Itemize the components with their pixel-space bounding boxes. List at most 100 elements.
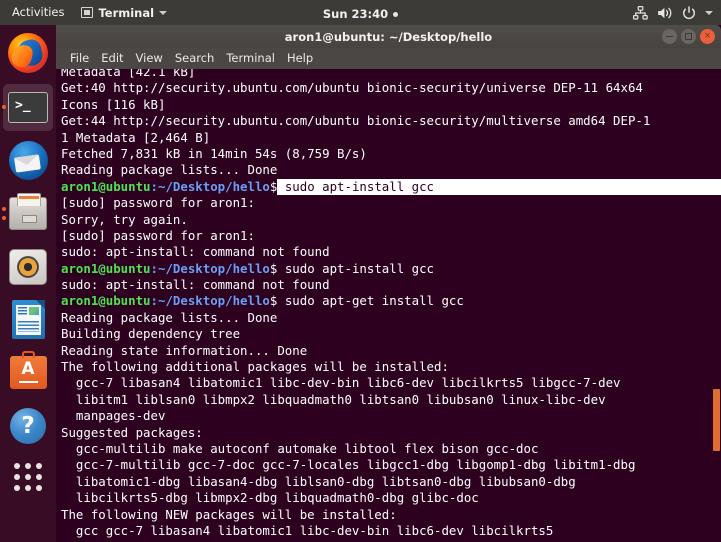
dock-item-libreoffice-writer[interactable]	[0, 293, 56, 346]
gnome-top-panel: Activities Terminal Sun 23:40	[0, 0, 721, 25]
ubuntu-dock: >_ A ?	[0, 25, 56, 542]
system-status-area[interactable]	[633, 0, 713, 25]
show-applications-button[interactable]	[0, 452, 56, 502]
terminal-prompt-glyph: >_	[15, 98, 31, 113]
menu-help[interactable]: Help	[281, 48, 319, 69]
terminal-output-line: [sudo] password for aron1:	[61, 195, 255, 211]
prompt-sigil: $	[269, 178, 278, 194]
power-icon	[682, 5, 696, 20]
app-grid-icon	[14, 463, 42, 491]
bag-handle-shape	[21, 351, 35, 358]
terminal-line: aron1@ubuntu:~/Desktop/hello$ sudo apt-i…	[61, 261, 711, 277]
terminal-text: Metadata [42.1 kB] Get:40 http://security…	[61, 69, 721, 539]
thunderbird-icon	[8, 141, 48, 180]
terminal-output-line: Icons [116 kB]	[61, 96, 166, 112]
menu-edit[interactable]: Edit	[95, 48, 129, 69]
terminal-output-line: Get:40 http://security.ubuntu.com/ubuntu…	[61, 80, 643, 96]
window-controls: ×	[662, 29, 715, 44]
terminal-output-line: Building dependency tree	[61, 326, 241, 342]
app-menu-terminal[interactable]: Terminal	[73, 0, 175, 25]
terminal-window-icon	[81, 7, 94, 18]
terminal-output-line: Reading package lists... Done	[61, 309, 278, 325]
clock-menu-button[interactable]: Sun 23:40	[322, 7, 399, 21]
menu-search[interactable]: Search	[169, 48, 221, 69]
prompt-user: aron1@ubuntu	[61, 178, 151, 194]
running-indicator-dot-icon	[1, 207, 6, 211]
terminal-output-line: sudo: apt-install: command not found	[61, 277, 330, 293]
software-underline-shape	[18, 380, 38, 383]
firefox-icon	[8, 33, 48, 73]
drawer-handle-shape	[22, 215, 37, 223]
file-drawer-shape	[17, 193, 41, 206]
help-icon: ?	[10, 407, 46, 444]
prompt-path: :~/Desktop/hello	[150, 178, 270, 194]
window-titlebar[interactable]: aron1@ubuntu: ~/Desktop/hello ×	[56, 25, 721, 48]
minimize-button[interactable]	[662, 29, 677, 44]
system-menu-chevron-down-icon	[705, 10, 713, 15]
app-menu-label: Terminal	[98, 5, 155, 20]
terminal-output-line: Sorry, try again.	[61, 211, 188, 227]
terminal-line: aron1@ubuntu:~/Desktop/hello$ sudo apt-g…	[61, 293, 711, 309]
prompt-path: :~/Desktop/hello	[150, 260, 270, 276]
clock-label: Sun 23:40	[322, 7, 389, 21]
rhythmbox-icon	[9, 248, 47, 285]
dock-item-help[interactable]: ?	[0, 399, 56, 452]
terminal-output-line: gcc-multilib make autoconf automake libt…	[61, 440, 539, 456]
terminal-output-line: libcilkrts5-dbg libmpx2-dbg libquadmath0…	[61, 490, 479, 506]
prompt-user: aron1@ubuntu	[61, 293, 151, 309]
terminal-output-area[interactable]: Metadata [42.1 kB] Get:40 http://security…	[56, 69, 721, 542]
envelope-shape	[13, 154, 41, 173]
terminal-output-line: sudo: apt-install: command not found	[61, 244, 330, 260]
disc-shape	[17, 255, 39, 278]
terminal-output-line: libitm1 liblsan0 libmpx2 libquadmath0 li…	[61, 391, 606, 407]
top-panel-left: Activities Terminal	[0, 0, 175, 25]
terminal-output-line: libatomic1-dbg libasan4-dbg liblsan0-dbg…	[61, 473, 576, 489]
command-text: sudo apt-install gcc	[277, 260, 435, 276]
selected-command-text: sudo apt-install gcc	[277, 178, 721, 196]
terminal-output-line: Fetched 7,831 kB in 14min 54s (8,759 B/s…	[61, 145, 367, 161]
terminal-scrollbar[interactable]	[712, 69, 721, 542]
scrollbar-thumb[interactable]	[713, 389, 720, 451]
running-indicator-dot-icon	[1, 105, 6, 109]
terminal-line: aron1@ubuntu:~/Desktop/hello$ sudo apt-i…	[61, 178, 721, 196]
terminal-output-line: manpages-dev	[61, 408, 166, 424]
files-icon	[9, 193, 47, 230]
activities-button[interactable]: Activities	[0, 0, 73, 25]
dock-item-rhythmbox[interactable]	[0, 240, 56, 293]
terminal-output-line: Get:44 http://security.ubuntu.com/ubuntu…	[61, 113, 651, 129]
terminal-output-line: gcc gcc-7 libasan4 libatomic1 libc-dev-b…	[61, 522, 554, 538]
terminal-output-line: Reading package lists... Done	[61, 162, 278, 178]
maximize-button[interactable]	[681, 29, 696, 44]
dock-item-ubuntu-software[interactable]: A	[0, 346, 56, 399]
menu-terminal[interactable]: Terminal	[220, 48, 281, 69]
window-title: aron1@ubuntu: ~/Desktop/hello	[284, 29, 493, 44]
document-lines-shape	[17, 321, 39, 332]
notification-dot-icon	[393, 11, 399, 17]
dock-item-terminal[interactable]: >_	[0, 81, 56, 134]
prompt-user: aron1@ubuntu	[61, 260, 151, 276]
command-text: sudo apt-get install gcc	[277, 293, 464, 309]
terminal-output-line: The following NEW packages will be insta…	[61, 506, 397, 522]
terminal-window: aron1@ubuntu: ~/Desktop/hello × File Edi…	[56, 25, 721, 542]
volume-icon	[657, 6, 673, 20]
close-button[interactable]: ×	[700, 29, 715, 44]
menu-file[interactable]: File	[64, 48, 95, 69]
dock-item-firefox[interactable]	[0, 25, 56, 81]
ubuntu-software-icon: A	[9, 351, 47, 389]
menu-bar: File Edit View Search Terminal Help	[56, 48, 721, 69]
menu-view[interactable]: View	[130, 48, 169, 69]
prompt-path: :~/Desktop/hello	[150, 293, 270, 309]
ubuntu-desktop: Activities Terminal Sun 23:40 >_ A ? aro…	[0, 0, 721, 542]
libreoffice-writer-icon	[11, 300, 45, 339]
terminal-output-line: [sudo] password for aron1:	[61, 227, 255, 243]
terminal-output-line: gcc-7 libasan4 libatomic1 libc-dev-bin l…	[61, 375, 621, 391]
terminal-output-line: Reading state information... Done	[61, 342, 308, 358]
network-wired-icon	[633, 5, 648, 20]
dock-item-files[interactable]	[0, 187, 56, 240]
terminal-output-line: 1 Metadata [2,464 B]	[61, 129, 211, 145]
terminal-output-line: Metadata [42.1 kB]	[61, 69, 196, 79]
dock-item-thunderbird[interactable]	[0, 134, 56, 187]
terminal-output-line: Suggested packages:	[61, 424, 203, 440]
running-indicator-dot-icon-2	[1, 216, 6, 220]
terminal-output-line: gcc-7-multilib gcc-7-doc gcc-7-locales l…	[61, 457, 636, 473]
